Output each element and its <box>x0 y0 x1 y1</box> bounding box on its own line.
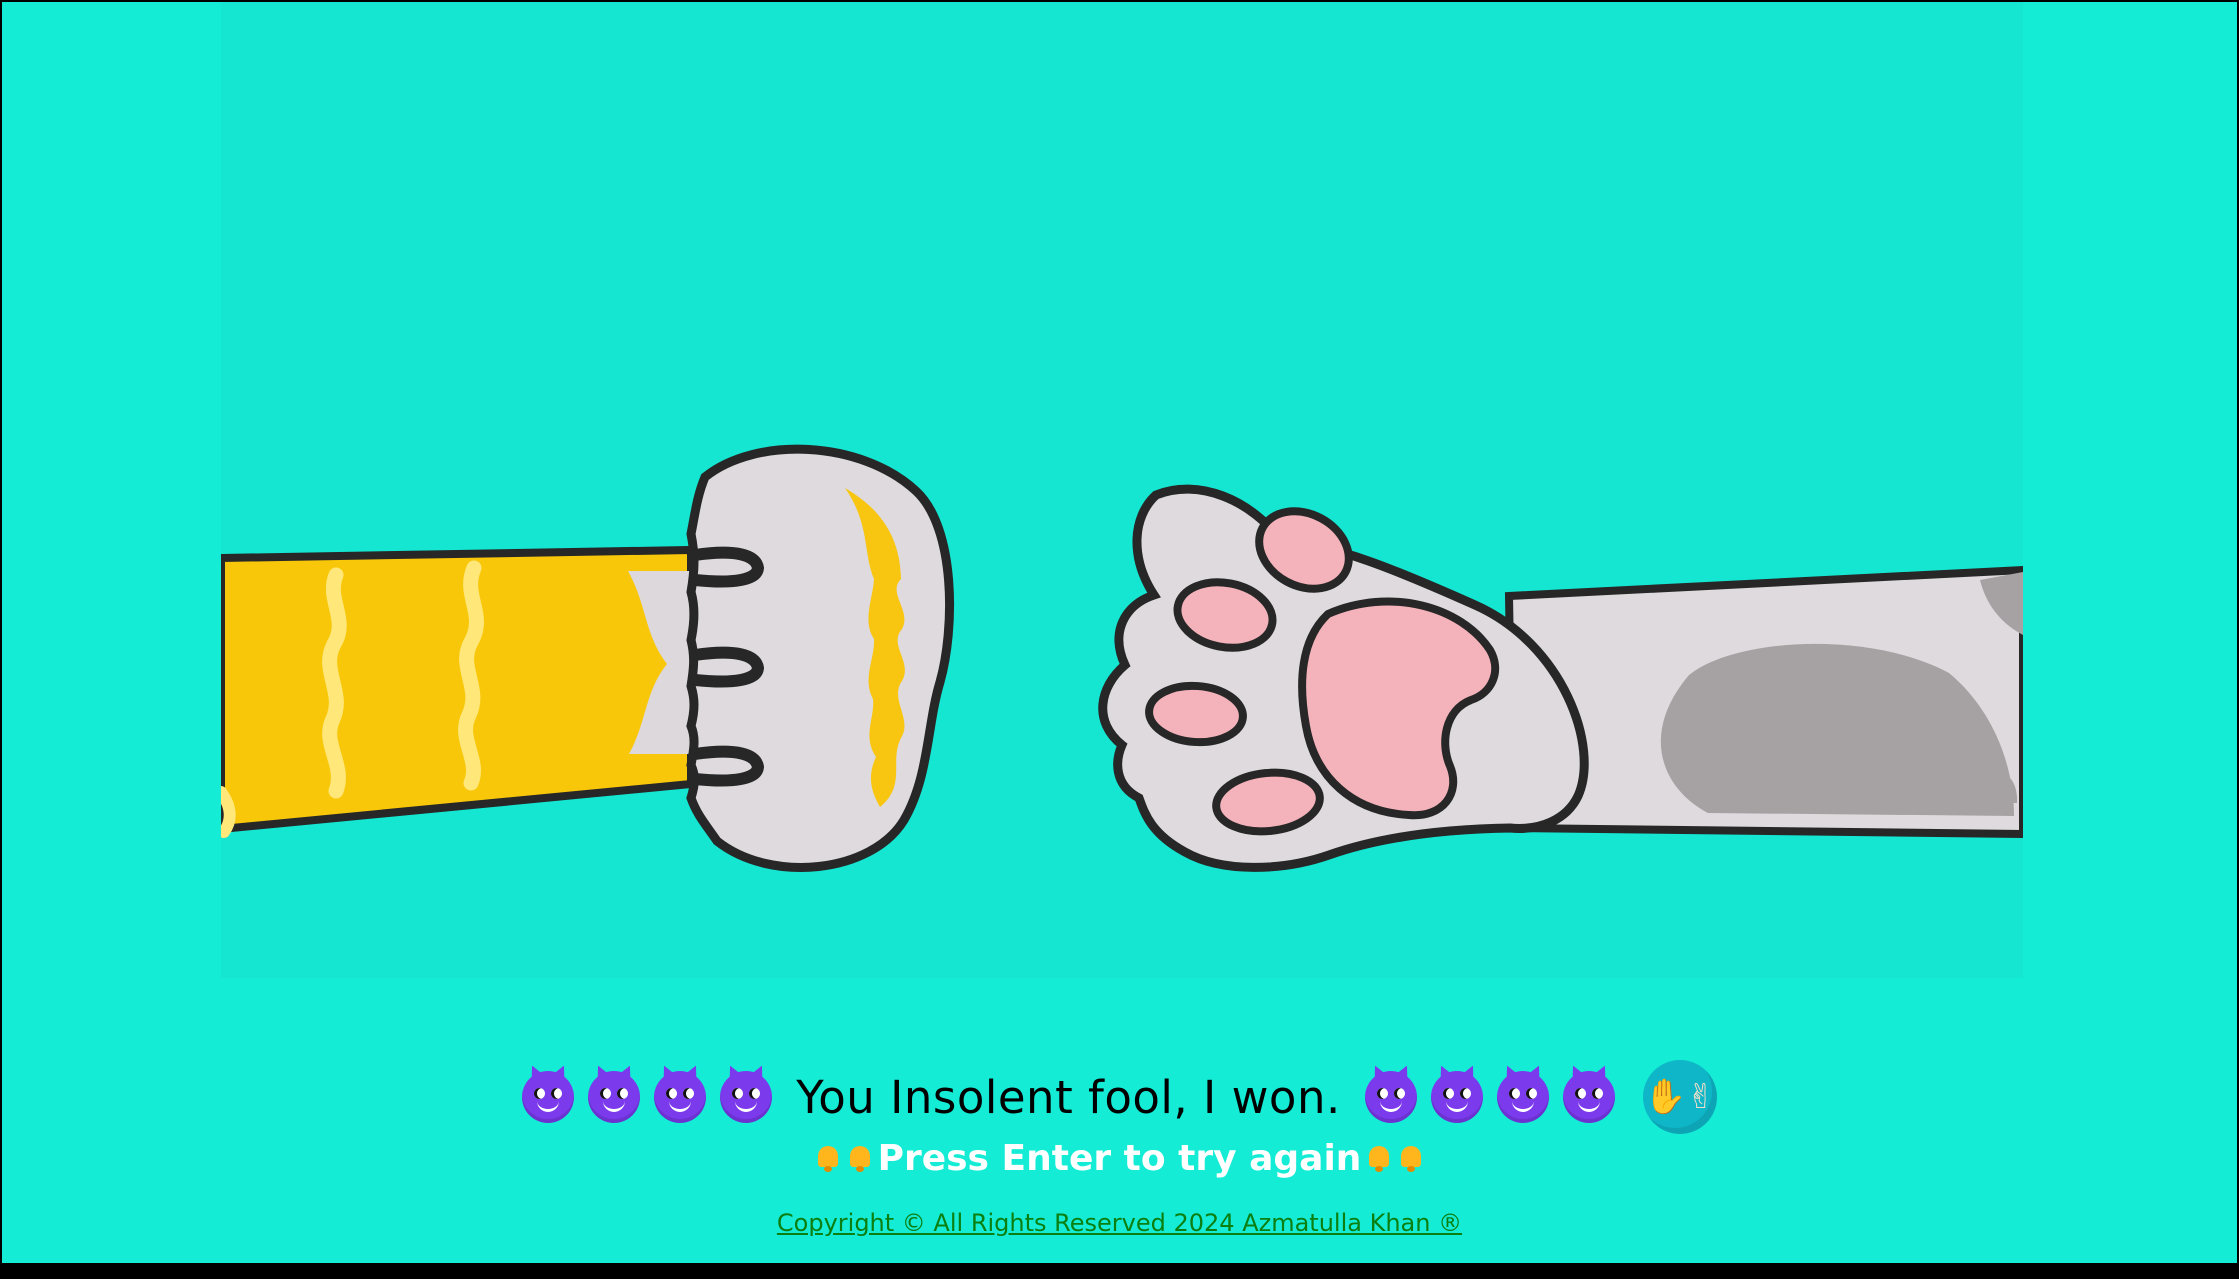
smiling-face-with-horns-icon <box>1364 1071 1417 1123</box>
smiling-face-with-horns-icon <box>1496 1071 1549 1123</box>
result-line: You Insolent fool, I won. ✋✌ <box>2 1057 2237 1137</box>
copyright-link[interactable]: Copyright © All Rights Reserved 2024 Azm… <box>2 1209 2237 1237</box>
rock-paper-scissors-hands-icon: ✋✌ <box>1642 1060 1717 1134</box>
game-result-message: You Insolent fool, I won. <box>796 1070 1341 1124</box>
smiling-face-with-horns-icon <box>588 1071 641 1123</box>
bell-icon <box>814 1144 842 1174</box>
smiling-face-with-horns-icon <box>1430 1071 1483 1123</box>
cat-paws-image <box>221 2 2023 978</box>
smiling-face-with-horns-icon <box>654 1071 707 1123</box>
smiling-face-with-horns-icon <box>1562 1071 1615 1123</box>
bell-icon <box>1397 1144 1425 1174</box>
bell-icon <box>1365 1144 1393 1174</box>
game-page: You Insolent fool, I won. ✋✌ Press Enter… <box>2 2 2237 1263</box>
bell-icon <box>846 1144 874 1174</box>
restart-instruction: Press Enter to try again <box>2 1138 2237 1179</box>
left-emoji-group <box>522 1071 773 1123</box>
right-emoji-group <box>1364 1071 1615 1123</box>
smiling-face-with-horns-icon <box>720 1071 773 1123</box>
smiling-face-with-horns-icon <box>522 1071 575 1123</box>
press-enter-text: Press Enter to try again <box>877 1138 1362 1179</box>
